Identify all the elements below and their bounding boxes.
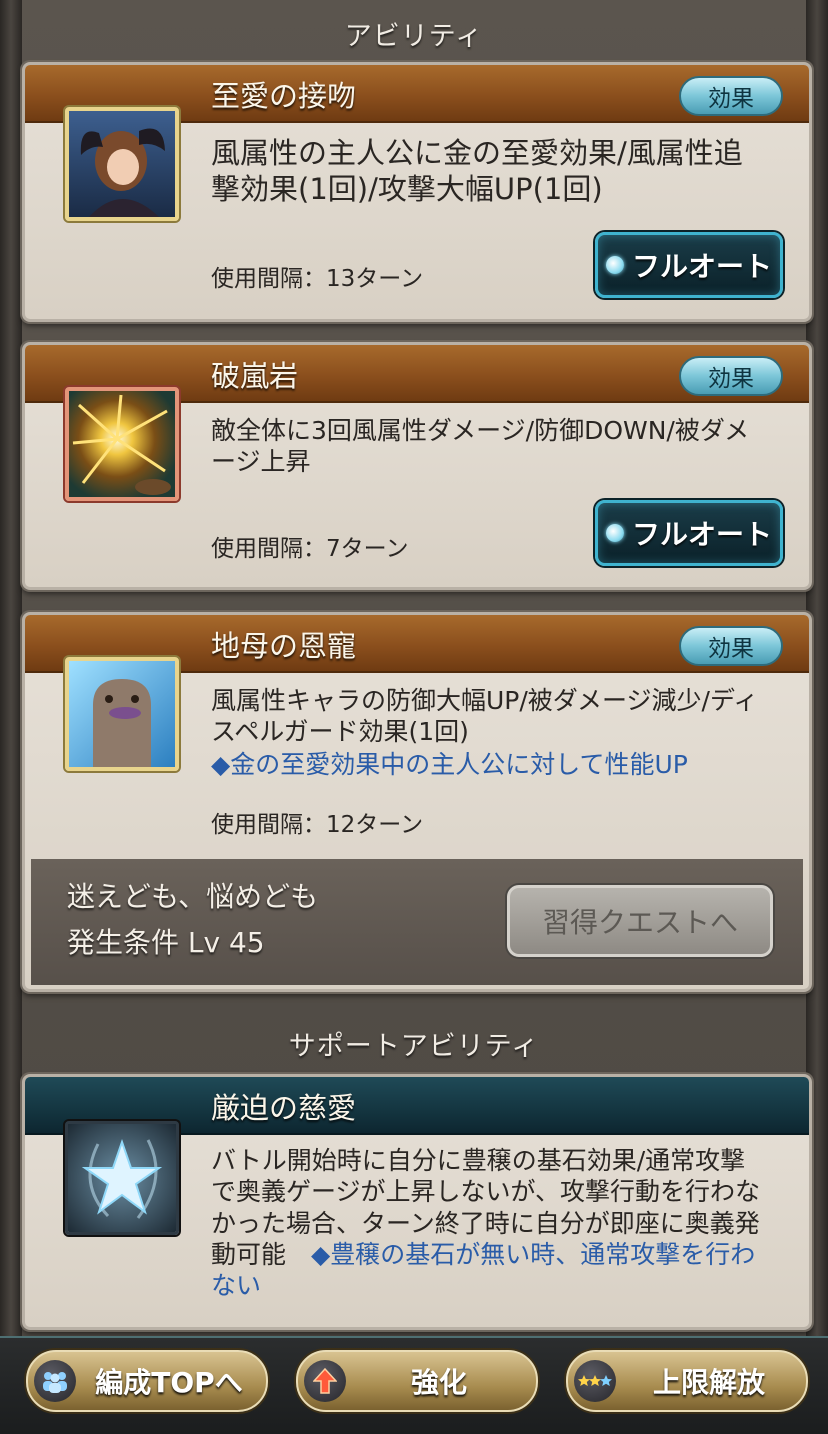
ability-interval: 使用間隔：13ターン — [211, 266, 424, 292]
ability-section-title: アビリティ — [22, 10, 806, 56]
stars-icon — [574, 1360, 616, 1402]
ability-name: 至愛の接吻 — [211, 79, 357, 113]
fullauto-indicator-icon — [605, 524, 624, 542]
bottom-nav: 編成TOPへ 強化 上限解放 — [0, 1336, 828, 1434]
fullauto-button[interactable]: フルオート — [595, 500, 783, 566]
learn-quest-button[interactable]: 習得クエストへ — [507, 885, 773, 957]
ability-description: 風属性キャラの防御大幅UP/被ダメージ減少/ディスペルガード効果(1回) — [211, 686, 759, 747]
ability-icon — [65, 107, 179, 221]
fullauto-button[interactable]: フルオート — [595, 232, 783, 298]
enhance-button[interactable]: 強化 — [296, 1350, 538, 1412]
ability-note: ◆金の至愛効果中の主人公に対して性能UP — [211, 750, 688, 779]
ability-name: 地母の恩寵 — [211, 629, 357, 663]
support-section-title: サポートアビリティ — [22, 1020, 806, 1066]
support-ability-description: バトル開始時に自分に豊穣の基石効果/通常攻撃で奥義ゲージが上昇しないが、攻撃行動… — [211, 1146, 761, 1300]
ability-description: 敵全体に3回風属性ダメージ/防御DOWN/被ダメージ上昇 — [211, 416, 750, 477]
ability-icon — [65, 387, 179, 501]
ability-interval: 使用間隔：7ターン — [211, 536, 409, 562]
party-members-icon — [34, 1360, 76, 1402]
limit-break-button[interactable]: 上限解放 — [566, 1350, 808, 1412]
quest-bar: 迷えども、悩めども 発生条件 Lv 45 習得クエストへ — [31, 859, 803, 985]
ability-icon — [65, 657, 179, 771]
support-ability-name: 厳迫の慈愛 — [211, 1091, 357, 1125]
ability-card-3: 地母の恩寵 効果 風属性キャラの防御大幅UP/被ダメージ減少/ディスペルガード効… — [22, 612, 812, 992]
effect-button[interactable]: 効果 — [679, 356, 783, 396]
party-top-button[interactable]: 編成TOPへ — [26, 1350, 268, 1412]
ability-name: 破嵐岩 — [211, 359, 299, 393]
support-ability-card: 厳迫の慈愛 バトル開始時に自分に豊穣の基石効果/通常攻撃で奥義ゲージが上昇しない… — [22, 1074, 812, 1330]
ability-interval: 使用間隔：12ターン — [211, 812, 424, 838]
effect-button[interactable]: 効果 — [679, 76, 783, 116]
up-arrow-icon — [304, 1360, 346, 1402]
effect-button[interactable]: 効果 — [679, 626, 783, 666]
quest-condition: 発生条件 Lv 45 — [67, 926, 265, 959]
star-icon — [65, 1121, 179, 1235]
ability-description: 風属性の主人公に金の至愛効果/風属性追撃効果(1回)/攻撃大幅UP(1回) — [211, 136, 743, 207]
fullauto-indicator-icon — [605, 256, 624, 274]
ability-card-1: 至愛の接吻 効果 風属性の主人公に金の至愛効果/風属性追撃効果(1回)/攻撃大幅… — [22, 62, 812, 322]
ability-card-2: 破嵐岩 効果 敵全体に3回風属性ダメージ/防御DOWN/被ダメージ上昇 使用間隔… — [22, 342, 812, 590]
left-frame — [0, 0, 22, 1432]
quest-name: 迷えども、悩めども — [67, 880, 319, 913]
